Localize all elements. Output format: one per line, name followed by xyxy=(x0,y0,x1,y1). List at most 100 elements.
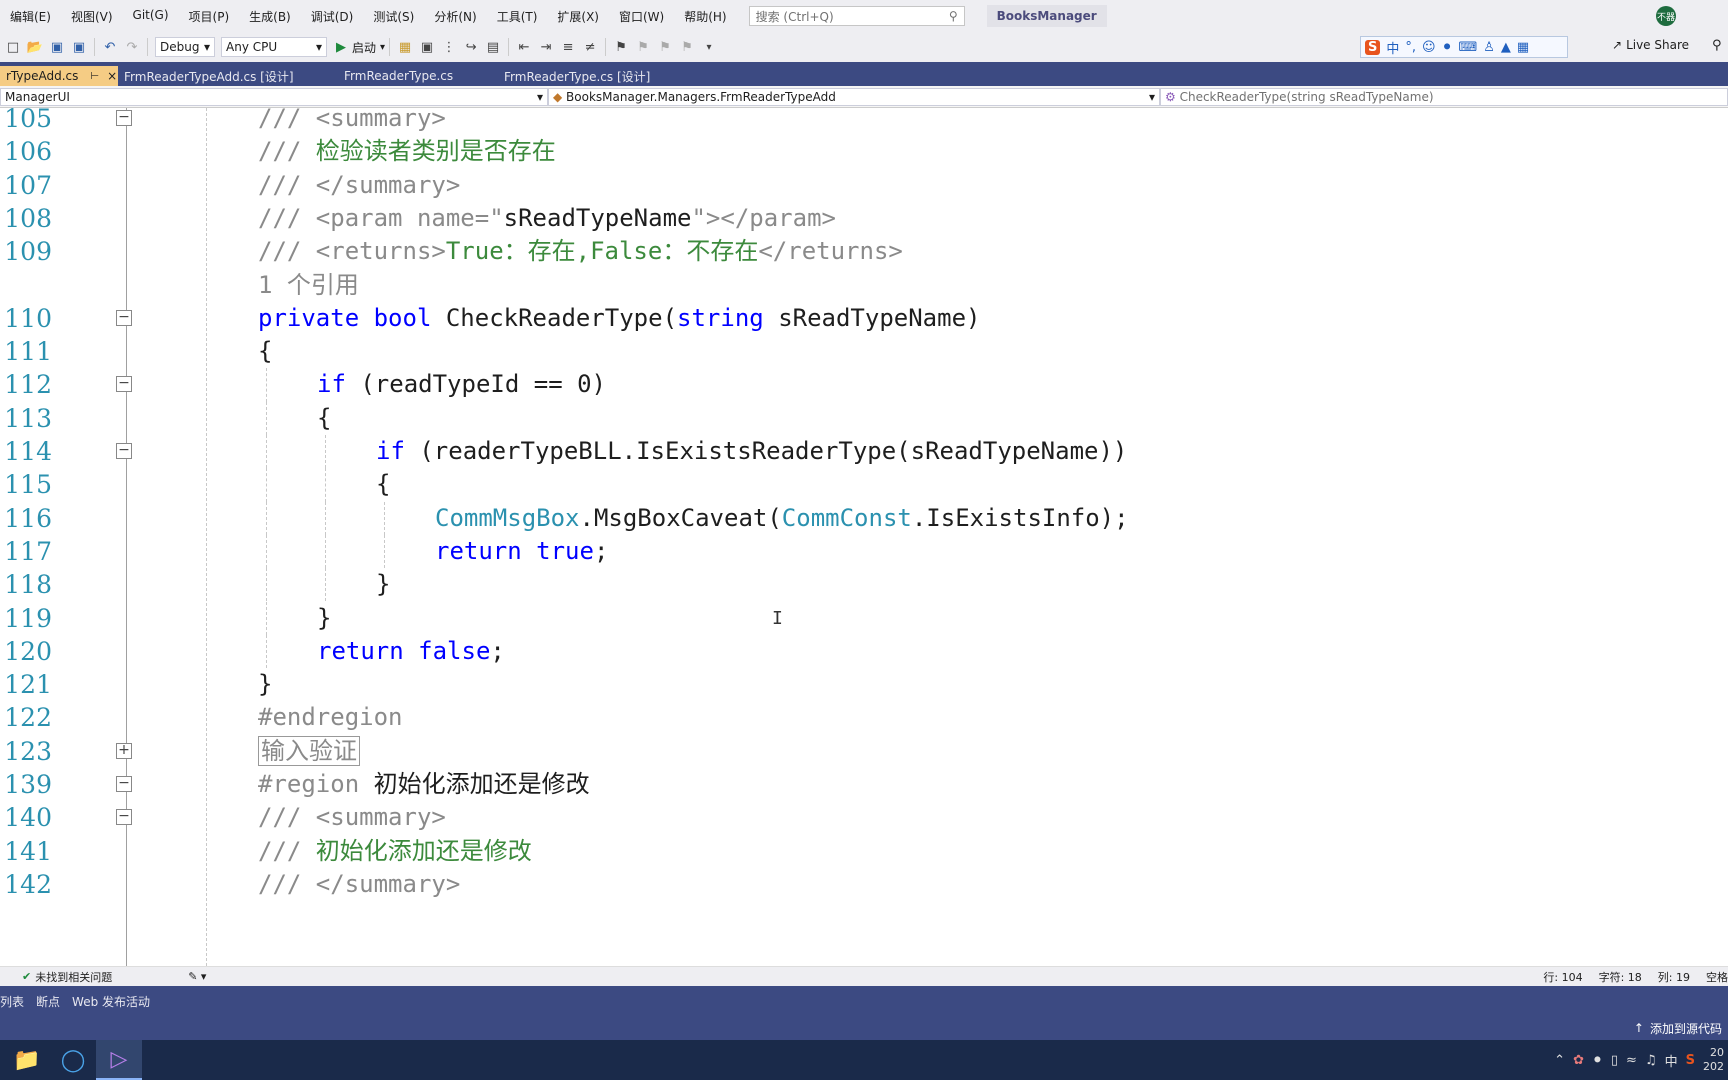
menu-item[interactable]: 分析(N) xyxy=(424,8,486,25)
collapse-icon[interactable]: − xyxy=(116,376,132,393)
collapse-icon[interactable]: − xyxy=(116,443,132,459)
keyboard-icon[interactable]: ⌨ xyxy=(1459,40,1478,55)
menu-item[interactable]: 生成(B) xyxy=(239,8,301,25)
code-line[interactable]: 105 − /// <summary> xyxy=(0,108,1728,135)
volume-icon[interactable]: ♫ xyxy=(1645,1053,1657,1068)
new-item-icon[interactable]: □ xyxy=(4,38,22,56)
chevron-up-icon[interactable]: ⌃ xyxy=(1554,1053,1565,1068)
collapse-icon[interactable]: − xyxy=(116,309,132,326)
outdent-icon[interactable]: ⇤ xyxy=(515,38,533,56)
code-line[interactable]: 108 /// <param name="sReadTypeName"></par… xyxy=(0,202,1728,235)
wifi-icon[interactable]: ≈ xyxy=(1626,1053,1637,1068)
menu-item[interactable]: 工具(T) xyxy=(487,8,548,25)
code-line[interactable]: 139 − #region 初始化添加还是修改 xyxy=(0,768,1728,801)
menu-item[interactable]: 窗口(W) xyxy=(609,8,674,25)
save-all-icon[interactable]: ▣ xyxy=(70,38,88,56)
chevron-down-icon[interactable]: ▾ xyxy=(380,42,385,53)
input-language[interactable]: 中 xyxy=(1665,1051,1678,1070)
menu-item[interactable]: 帮助(H) xyxy=(674,8,736,25)
code-line[interactable]: 120 return false; xyxy=(0,634,1728,669)
collapse-icon[interactable]: − xyxy=(116,110,132,126)
tab-breakpoints[interactable]: 断点 xyxy=(36,993,60,1010)
toolbox-icon[interactable]: ▦ xyxy=(396,38,414,56)
tab-frmreadertypeadd-cs[interactable]: rTypeAdd.cs ⊢ × xyxy=(0,66,118,86)
code-line[interactable]: 141 /// 初始化添加还是修改 xyxy=(0,835,1728,868)
tab-web-publish[interactable]: Web 发布活动 xyxy=(72,993,150,1010)
tab-list[interactable]: 列表 xyxy=(0,993,24,1010)
search-box[interactable]: 搜索 (Ctrl+Q) ⚲ xyxy=(748,6,965,26)
code-line[interactable]: 112 − if (readTypeId == 0) xyxy=(0,368,1728,402)
issues-status[interactable]: 未找到相关问题 xyxy=(35,969,112,985)
feedback-icon[interactable]: ⚲ xyxy=(1712,38,1722,53)
code-line[interactable]: 123 + 输入验证 xyxy=(0,735,1728,768)
emoji-icon[interactable]: ☺ xyxy=(1422,40,1436,55)
format-icon[interactable]: ⋮ xyxy=(440,38,458,56)
battery-icon[interactable]: ▯ xyxy=(1611,1053,1618,1068)
whitespace-mode[interactable]: 空格 xyxy=(1706,969,1728,985)
user-icon[interactable]: ♙ xyxy=(1483,40,1495,55)
class-dropdown[interactable]: ◆ BooksManager.Managers.FrmReaderTypeAdd… xyxy=(548,87,1160,106)
avatar[interactable]: 不器 xyxy=(1656,6,1676,26)
expand-icon[interactable]: + xyxy=(116,742,132,759)
toolbox-grid-icon[interactable]: ▦ xyxy=(1517,40,1529,55)
tab-frmreadertypeadd-design[interactable]: FrmReaderTypeAdd.cs [设计] xyxy=(118,66,338,86)
indent-icon[interactable]: ⇥ xyxy=(537,38,555,56)
code-line[interactable]: 109 /// <returns>True：存在,False：不存在</retur… xyxy=(0,235,1728,268)
live-share-button[interactable]: ↗ Live Share xyxy=(1612,38,1689,52)
code-line[interactable]: 118} xyxy=(0,568,1728,602)
menu-item[interactable]: 扩展(X) xyxy=(547,8,609,25)
collapse-icon[interactable]: − xyxy=(116,809,132,826)
code-line[interactable]: 116 CommMsgBox.MsgBoxCaveat(CommConst.IsE… xyxy=(0,501,1728,535)
menu-item[interactable]: 项目(P) xyxy=(179,8,240,25)
code-line[interactable]: 1 个引用 xyxy=(0,269,1728,302)
code-line[interactable]: 110 − private bool CheckReaderType(string … xyxy=(0,302,1728,335)
app-tray-icon[interactable]: ✿ xyxy=(1573,1053,1584,1068)
save-icon[interactable]: ▣ xyxy=(48,38,66,56)
close-icon[interactable]: × xyxy=(107,69,117,83)
overflow-icon[interactable]: ▾ xyxy=(700,38,718,56)
bookmark-icon[interactable]: ⚑ xyxy=(612,38,630,56)
microphone-icon[interactable]: ⚫ xyxy=(1592,1053,1603,1068)
code-line[interactable]: 121} xyxy=(0,668,1728,701)
file-explorer-icon[interactable]: 📁 xyxy=(4,1040,50,1080)
undo-icon[interactable]: ↶ xyxy=(101,38,119,56)
ime-language[interactable]: 中 xyxy=(1386,38,1399,57)
code-line[interactable]: 113 { xyxy=(0,401,1728,435)
menu-item[interactable]: 测试(S) xyxy=(363,8,424,25)
screenshot-icon[interactable]: ▣ xyxy=(418,38,436,56)
comment-icon[interactable]: ≡ xyxy=(559,38,577,56)
menu-item[interactable]: 调试(D) xyxy=(301,8,364,25)
platform-select[interactable]: Any CPU ▾ xyxy=(221,37,327,57)
step-icon[interactable]: ↪ xyxy=(462,38,480,56)
start-icon[interactable]: ▶ xyxy=(332,38,350,56)
clock[interactable]: 20 202 xyxy=(1703,1046,1724,1074)
visual-studio-icon[interactable]: ▷ xyxy=(96,1040,142,1080)
code-line[interactable]: 119} xyxy=(0,601,1728,635)
format-brush-icon[interactable]: ✎ ▾ xyxy=(188,970,206,983)
code-line[interactable]: 117 return true; xyxy=(0,534,1728,569)
code-line[interactable]: 122 #endregion xyxy=(0,701,1728,734)
code-line[interactable]: 114 − if (readerTypeBLL.IsExistsReaderType… xyxy=(0,435,1728,469)
uncomment-icon[interactable]: ≠ xyxy=(581,38,599,56)
tab-frmreadertype-design[interactable]: FrmReaderType.cs [设计] xyxy=(498,66,688,86)
tab-frmreadertype-cs[interactable]: FrmReaderType.cs xyxy=(338,66,498,86)
project-dropdown[interactable]: ManagerUI ▾ xyxy=(0,87,548,106)
skin-icon[interactable]: ▲ xyxy=(1501,40,1511,55)
code-line[interactable]: 111 { xyxy=(0,335,1728,368)
configuration-select[interactable]: Debug ▾ xyxy=(155,37,215,57)
member-dropdown[interactable]: ⚙ CheckReaderType(string sReadTypeName) xyxy=(1160,87,1728,106)
code-line[interactable]: 106 /// 检验读者类别是否存在 xyxy=(0,135,1728,168)
prev-bookmark-icon[interactable]: ⚑ xyxy=(634,38,652,56)
code-line[interactable]: 115 { xyxy=(0,468,1728,502)
pin-icon[interactable]: ⊢ xyxy=(90,71,99,82)
sogou-tray-icon[interactable]: S xyxy=(1686,1053,1695,1068)
punctuation-icon[interactable]: °, xyxy=(1405,40,1416,55)
sogou-logo-icon[interactable]: S xyxy=(1365,39,1381,55)
menu-item[interactable]: Git(G) xyxy=(123,8,179,25)
microphone-icon[interactable]: ⚫ xyxy=(1442,40,1453,55)
redo-icon[interactable]: ↷ xyxy=(123,38,141,56)
menu-item[interactable]: 编辑(E) xyxy=(0,8,61,25)
skype-icon[interactable]: ◯ xyxy=(50,1040,96,1080)
layout-icon[interactable]: ▤ xyxy=(484,38,502,56)
start-button[interactable]: 启动 xyxy=(352,39,376,56)
